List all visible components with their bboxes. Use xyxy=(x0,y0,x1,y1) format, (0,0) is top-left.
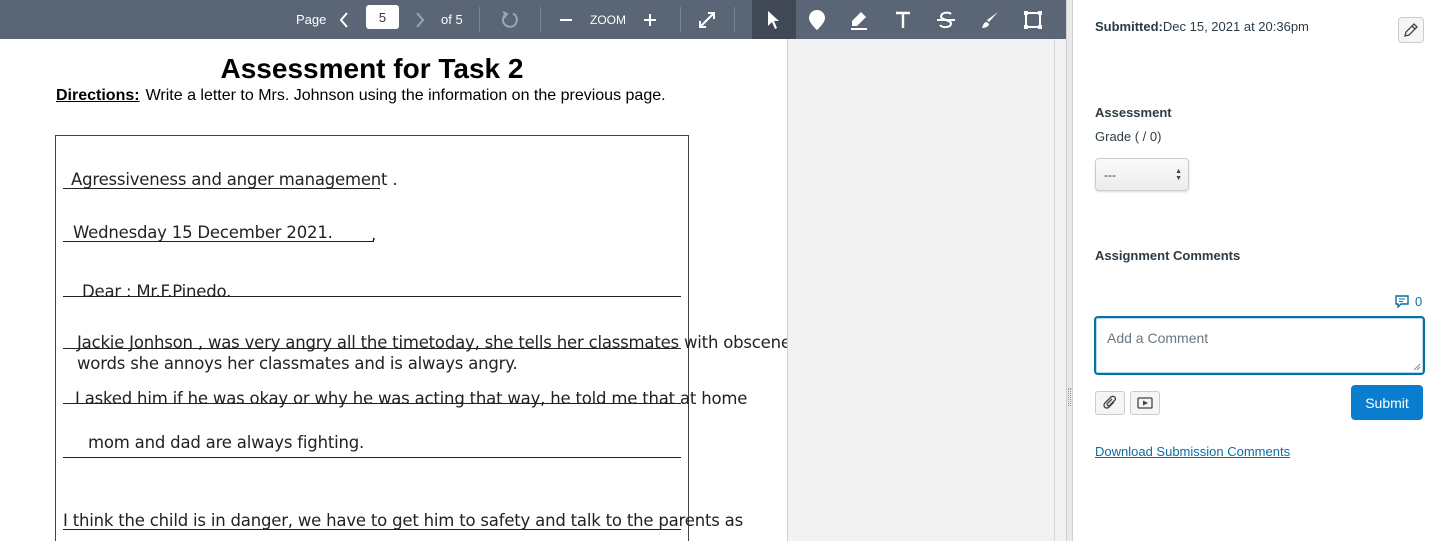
letter-line: mom and dad are always fighting. xyxy=(88,433,365,452)
underline xyxy=(63,457,681,458)
document-title: Assessment for Task 2 xyxy=(220,53,524,84)
viewer-margin xyxy=(787,39,1066,541)
grade-select-value: --- xyxy=(1104,167,1116,182)
underline xyxy=(63,241,374,242)
underline xyxy=(63,348,681,349)
attach-file-button[interactable] xyxy=(1095,391,1125,415)
letter-line: I asked him if he was okay or why he was… xyxy=(75,389,748,408)
document-directions: Directions: Write a letter to Mrs. Johnso… xyxy=(56,87,666,105)
submitted-date: Dec 15, 2021 at 20:36pm xyxy=(1162,19,1309,34)
zoom-label: ZOOM xyxy=(590,0,626,39)
freedraw-icon[interactable] xyxy=(979,0,1001,39)
record-media-button[interactable] xyxy=(1130,391,1160,415)
pencil-icon xyxy=(1404,23,1418,37)
submit-comment-button[interactable]: Submit xyxy=(1351,385,1423,420)
toolbar-divider xyxy=(540,7,541,32)
letter-line: Wednesday 15 December 2021. xyxy=(73,223,333,242)
page-label: Page xyxy=(296,12,327,27)
comment-count[interactable]: 0 xyxy=(1395,294,1422,309)
underline xyxy=(63,188,380,189)
comment-input[interactable]: Add a Comment xyxy=(1094,316,1425,375)
directions-label: Directions: xyxy=(56,87,140,104)
page-count: of 5 xyxy=(441,12,463,27)
download-comments-link[interactable]: Download Submission Comments xyxy=(1095,444,1290,459)
letter-line: I think the child is in danger, we have … xyxy=(63,511,743,530)
comment-count-value: 0 xyxy=(1415,294,1423,309)
toolbar-divider xyxy=(734,7,735,32)
letter-line: Dear : Mr.F.Pinedo. xyxy=(82,282,232,301)
media-icon xyxy=(1137,397,1153,409)
letter-line: words she annoys her classmates and is a… xyxy=(77,354,518,373)
zoom-out-icon[interactable] xyxy=(557,0,575,39)
underline xyxy=(63,296,681,297)
highlight-icon[interactable] xyxy=(848,0,870,39)
comments-heading: Assignment Comments xyxy=(1095,248,1241,263)
comment-icon xyxy=(1395,295,1409,308)
toolbar-divider xyxy=(479,7,480,32)
resize-handle[interactable] xyxy=(1066,0,1073,541)
chevron-left-icon[interactable] xyxy=(334,0,354,39)
viewer-margin-line xyxy=(1054,39,1055,541)
select-arrows-icon: ▲ ▼ xyxy=(1175,168,1182,182)
document-page: Assessment for Task 2 Directions: Write a… xyxy=(0,39,799,541)
directions-text: Write a letter to Mrs. Johnson using the… xyxy=(145,87,666,104)
resize-corner-icon[interactable] xyxy=(1413,363,1421,371)
edit-submission-button[interactable] xyxy=(1398,17,1424,43)
comment-placeholder: Add a Comment xyxy=(1107,330,1209,346)
text-icon[interactable] xyxy=(892,0,914,39)
document-viewer: Page 5 of 5 ZOOM Assessment for Task 2 D… xyxy=(0,0,1066,541)
assessment-heading: Assessment xyxy=(1095,105,1172,120)
underline xyxy=(63,529,681,530)
speedgrader-screen: Page 5 of 5 ZOOM Assessment for Task 2 D… xyxy=(0,0,1430,541)
pointer-icon[interactable] xyxy=(762,0,784,39)
grade-select[interactable]: --- ▲ ▼ xyxy=(1095,158,1189,191)
grade-label: Grade ( / 0) xyxy=(1095,129,1162,144)
area-icon[interactable] xyxy=(1022,0,1044,39)
toolbar-divider xyxy=(680,7,681,32)
chevron-right-icon[interactable] xyxy=(410,0,430,39)
zoom-label-text: ZOOM xyxy=(590,12,626,27)
page-number-input[interactable]: 5 xyxy=(366,5,399,29)
pin-icon[interactable] xyxy=(806,0,828,39)
letter-line: Agressiveness and anger management . xyxy=(71,170,398,189)
resize-grip-icon xyxy=(1068,388,1071,406)
rotate-icon[interactable] xyxy=(498,0,522,39)
grading-panel: Submitted:Dec 15, 2021 at 20:36pm Assess… xyxy=(1073,0,1430,541)
strikeout-icon[interactable] xyxy=(935,0,957,39)
submitted-label: Submitted: xyxy=(1095,19,1163,34)
underline xyxy=(63,403,681,404)
letter-line: Jackie Jonhson , was very angry all the … xyxy=(77,333,800,352)
submission-info: Submitted:Dec 15, 2021 at 20:36pm xyxy=(1095,19,1309,34)
zoom-in-icon[interactable] xyxy=(641,0,659,39)
attach-icon xyxy=(1103,395,1117,409)
fullscreen-icon[interactable] xyxy=(696,0,718,39)
